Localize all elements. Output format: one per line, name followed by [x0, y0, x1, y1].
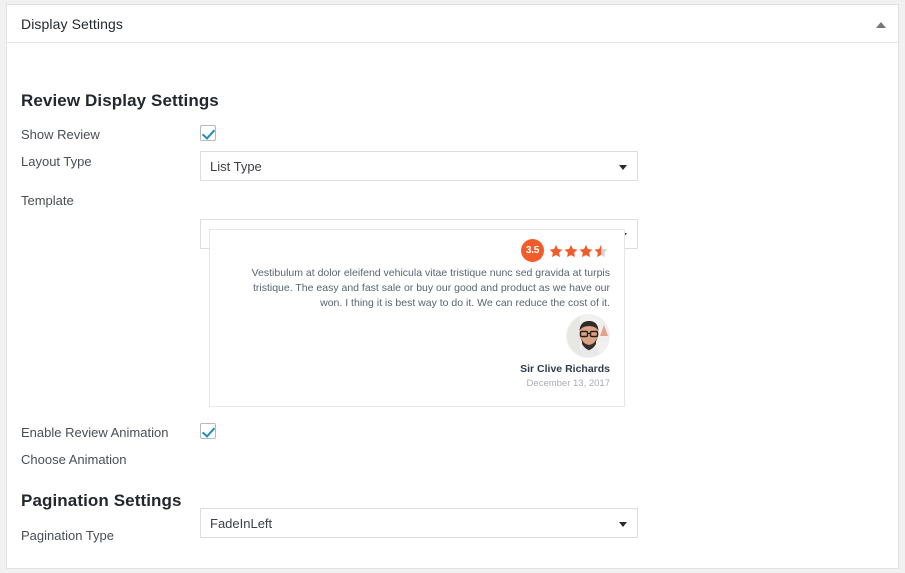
- label-enable-review-animation: Enable Review Animation: [21, 425, 169, 440]
- chevron-down-icon: [619, 522, 627, 527]
- review-body-text: Vestibulum at dolor eleifend vehicula vi…: [251, 267, 610, 309]
- chevron-up-glyph: [876, 22, 886, 28]
- rating-row: 3.5: [521, 239, 608, 262]
- section-heading-pagination: Pagination Settings: [21, 491, 182, 510]
- label-template: Template: [21, 193, 74, 208]
- label-show-review: Show Review: [21, 127, 100, 142]
- star-icon-full: [579, 244, 593, 257]
- checkbox-show-review[interactable]: [200, 125, 216, 141]
- label-review-per-page: Review Per Page: [21, 567, 121, 568]
- panel-body: Review Display Settings Show Review Layo…: [7, 43, 898, 568]
- select-choose-animation-value: FadeInLeft: [210, 516, 273, 531]
- reviewer-date: December 13, 2017: [526, 378, 610, 389]
- label-pagination-type: Pagination Type: [21, 528, 114, 543]
- star-icon-full: [564, 244, 578, 257]
- select-layout-type[interactable]: List Type: [200, 151, 638, 181]
- section-heading-review-display: Review Display Settings: [21, 91, 219, 110]
- panel-header: Display Settings: [7, 5, 898, 43]
- star-icon-full: [549, 244, 563, 257]
- star-rating: [549, 244, 608, 258]
- rating-badge: 3.5: [521, 239, 544, 262]
- user-avatar-photo: [567, 315, 609, 357]
- page-title: Display Settings: [21, 16, 123, 32]
- reviewer-name: Sir Clive Richards: [520, 363, 610, 375]
- checkbox-enable-review-animation[interactable]: [200, 423, 216, 439]
- select-choose-animation[interactable]: FadeInLeft: [200, 508, 638, 538]
- chevron-down-icon: [619, 165, 627, 170]
- label-choose-animation: Choose Animation: [21, 452, 127, 467]
- select-layout-type-value: List Type: [210, 159, 262, 174]
- label-layout-type: Layout Type: [21, 154, 92, 169]
- chevron-up-icon[interactable]: [874, 18, 888, 32]
- display-settings-panel: Display Settings Review Display Settings…: [6, 4, 899, 569]
- avatar: [566, 314, 610, 358]
- review-template-preview: 3.5 Vestibulum at dolor eleifend vehicul…: [209, 229, 625, 407]
- star-icon-half: [594, 244, 608, 257]
